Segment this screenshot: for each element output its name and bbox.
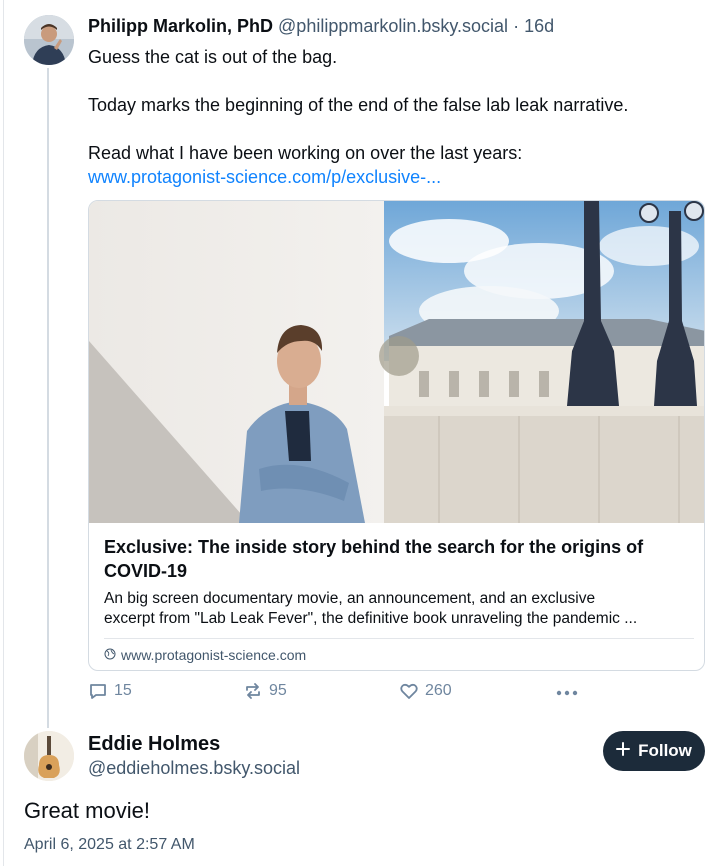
embed-description: excerpt from "Lab Leak Fever", the defin… <box>104 610 638 627</box>
reply-author-avatar[interactable] <box>24 731 74 781</box>
link-embed-card[interactable]: Exclusive: The inside story behind the s… <box>88 200 705 671</box>
post-text-line: Today marks the beginning of the end of … <box>88 95 629 115</box>
author-name[interactable]: Philipp Markolin, PhD <box>88 16 273 36</box>
plus-icon <box>616 741 631 761</box>
reply-text: Great movie! <box>24 798 150 823</box>
reply-author-handle[interactable]: @eddieholmes.bsky.social <box>88 758 300 779</box>
embed-domain-text: www.protagonist-science.com <box>121 647 307 663</box>
follow-label: Follow <box>638 741 692 760</box>
embed-divider <box>104 638 694 639</box>
globe-icon <box>104 647 116 663</box>
separator-dot: · <box>513 16 520 36</box>
heart-icon <box>399 681 419 701</box>
reply-timestamp[interactable]: April 6, 2025 at 2:57 AM <box>24 836 195 854</box>
post-header: Philipp Markolin, PhD @philippmarkolin.b… <box>88 16 554 37</box>
embed-thumbnail <box>89 201 704 523</box>
embed-domain: www.protagonist-science.com <box>104 647 694 663</box>
post-age[interactable]: 16d <box>524 16 554 36</box>
author-avatar[interactable] <box>24 15 74 65</box>
repost-count: 95 <box>269 682 287 699</box>
reply-bubble-icon <box>88 681 108 701</box>
author-handle[interactable]: @philippmarkolin.bsky.social <box>278 16 508 36</box>
embed-body: Exclusive: The inside story behind the s… <box>104 535 694 663</box>
like-count: 260 <box>425 682 452 699</box>
like-button[interactable]: 260 <box>399 681 452 701</box>
post-text-line: Guess the cat is out of the bag. <box>88 47 338 67</box>
repost-button[interactable]: 95 <box>243 681 287 701</box>
reply-button[interactable]: 15 <box>88 681 132 701</box>
embed-title: Exclusive: The inside story behind the s… <box>104 537 644 581</box>
thread-line <box>47 68 49 728</box>
reply-author-name[interactable]: Eddie Holmes <box>88 733 220 756</box>
post-text-line: Read what I have been working on over th… <box>88 143 523 163</box>
follow-button[interactable]: Follow <box>603 731 705 771</box>
ellipsis-icon <box>555 685 579 701</box>
page-left-border <box>3 0 4 866</box>
embed-description: An big screen documentary movie, an anno… <box>104 590 596 607</box>
more-options-button[interactable] <box>555 685 579 701</box>
post-text: Guess the cat is out of the bag. Today m… <box>88 45 698 189</box>
post-link[interactable]: www.protagonist-science.com/p/exclusive-… <box>88 167 441 187</box>
post-action-bar: 15 95 260 <box>88 681 588 707</box>
repost-icon <box>243 681 263 701</box>
reply-count: 15 <box>114 682 132 699</box>
